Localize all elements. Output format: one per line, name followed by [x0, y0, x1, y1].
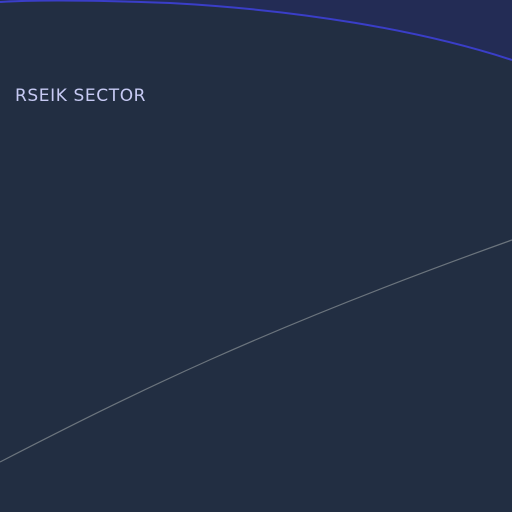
galaxy-map-viewport[interactable]: RSEIK SECTOR: [0, 0, 512, 512]
sector-name-label: RSEIK SECTOR: [15, 86, 147, 106]
hyperlane-route-line: [0, 239, 512, 463]
map-canvas[interactable]: [0, 0, 512, 512]
